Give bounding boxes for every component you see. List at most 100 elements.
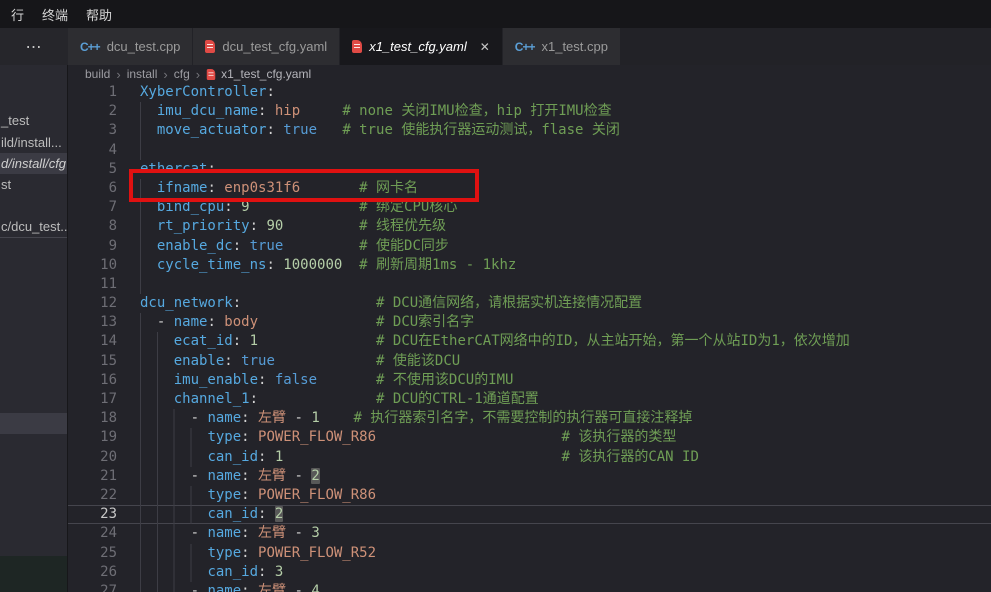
line-number[interactable]: 4 (68, 141, 117, 160)
code-line[interactable]: 3 move_actuator: true # true 使能执行器运动测试，f… (68, 121, 991, 140)
line-number[interactable]: 16 (68, 371, 117, 390)
line-content[interactable]: move_actuator: true # true 使能执行器运动测试，fla… (140, 121, 991, 140)
menu-item-help[interactable]: 帮助 (77, 2, 121, 27)
line-number[interactable]: 1 (68, 83, 117, 102)
line-content[interactable]: type: POWER_FLOW_R86 (140, 486, 991, 505)
code-line[interactable]: 19 type: POWER_FLOW_R86 # 该执行器的类型 (68, 428, 991, 447)
line-content[interactable] (140, 275, 991, 294)
code-line[interactable]: 14 ecat_id: 1 # DCU在EtherCAT网络中的ID，从主站开始… (68, 332, 991, 351)
breadcrumb-segment[interactable]: install (127, 67, 158, 81)
line-number[interactable]: 5 (68, 160, 117, 179)
line-content[interactable]: can_id: 2 (140, 505, 991, 524)
code-line[interactable]: 1 XyberController: (68, 83, 991, 102)
code-line[interactable]: 25 type: POWER_FLOW_R52 (68, 544, 991, 563)
code-line[interactable]: 11 (68, 275, 991, 294)
line-number[interactable]: 27 (68, 582, 117, 592)
code-line[interactable]: 9 enable_dc: true # 使能DC同步 (68, 237, 991, 256)
line-number[interactable]: 10 (68, 256, 117, 275)
line-content[interactable]: can_id: 3 (140, 563, 991, 582)
line-number[interactable]: 12 (68, 294, 117, 313)
line-content[interactable]: rt_priority: 90 # 线程优先级 (140, 217, 991, 236)
code-line[interactable]: 26 can_id: 3 (68, 563, 991, 582)
close-icon[interactable]: ✕ (480, 41, 490, 53)
line-number[interactable]: 7 (68, 198, 117, 217)
code-line[interactable]: 15 enable: true # 使能该DCU (68, 352, 991, 371)
line-number[interactable]: 15 (68, 352, 117, 371)
line-content[interactable]: ifname: enp0s31f6 # 网卡名 (140, 179, 991, 198)
line-content[interactable]: type: POWER_FLOW_R86 # 该执行器的类型 (140, 428, 991, 447)
line-number[interactable]: 20 (68, 448, 117, 467)
line-content[interactable]: - name: 左臂 - 3 (140, 524, 991, 543)
line-content[interactable] (140, 141, 991, 160)
breadcrumb-file[interactable]: x1_test_cfg.yaml (206, 67, 311, 81)
code-line[interactable]: 10 cycle_time_ns: 1000000 # 刷新周期1ms - 1k… (68, 256, 991, 275)
line-content[interactable]: - name: 左臂 - 2 (140, 467, 991, 486)
line-content[interactable]: ecat_id: 1 # DCU在EtherCAT网络中的ID，从主站开始，第一… (140, 332, 991, 351)
line-content[interactable]: dcu_network: # DCU通信网络，请根据实机连接情况配置 (140, 294, 991, 313)
tab-dcu-test-cfg-yaml[interactable]: dcu_test_cfg.yaml (193, 28, 339, 65)
code-line[interactable]: 17 channel_1: # DCU的CTRL-1通道配置 (68, 390, 991, 409)
line-number[interactable]: 6 (68, 179, 117, 198)
line-number[interactable]: 25 (68, 544, 117, 563)
sidebar-item[interactable]: _test (0, 110, 68, 131)
line-number[interactable]: 14 (68, 332, 117, 351)
line-number[interactable]: 19 (68, 428, 117, 447)
code-line[interactable]: 18 - name: 左臂 - 1 # 执行器索引名字，不需要控制的执行器可直接… (68, 409, 991, 428)
line-content[interactable]: - name: body # DCU索引名字 (140, 313, 991, 332)
code-line[interactable]: 16 imu_enable: false # 不使用该DCU的IMU (68, 371, 991, 390)
line-number[interactable]: 13 (68, 313, 117, 332)
code-line[interactable]: 13 - name: body # DCU索引名字 (68, 313, 991, 332)
breadcrumb-segment[interactable]: cfg (174, 67, 190, 81)
line-number[interactable]: 17 (68, 390, 117, 409)
sidebar-item[interactable]: ild/install... (0, 132, 68, 153)
line-number[interactable]: 8 (68, 217, 117, 236)
line-content[interactable]: XyberController: (140, 83, 991, 102)
tab-x1-test-cpp[interactable]: C++x1_test.cpp (503, 28, 620, 65)
sidebar-item[interactable]: st (0, 174, 68, 195)
line-number[interactable]: 9 (68, 237, 117, 256)
code-line[interactable]: 12 dcu_network: # DCU通信网络，请根据实机连接情况配置 (68, 294, 991, 313)
breadcrumb-segment[interactable]: build (85, 67, 110, 81)
code-line[interactable]: 27 - name: 左臂 - 4 (68, 582, 991, 592)
code-area[interactable]: 1XyberController:2 imu_dcu_name: hip # n… (68, 83, 991, 592)
line-content[interactable]: can_id: 1 # 该执行器的CAN ID (140, 448, 991, 467)
line-number[interactable]: 24 (68, 524, 117, 543)
line-number[interactable]: 3 (68, 121, 117, 140)
tab-dcu-test-cpp[interactable]: C++dcu_test.cpp (68, 28, 192, 65)
sidebar-item[interactable]: d/install/cfg (0, 153, 68, 174)
code-line[interactable]: 2 imu_dcu_name: hip # none 关闭IMU检查，hip 打… (68, 102, 991, 121)
line-number[interactable]: 26 (68, 563, 117, 582)
sidebar-item[interactable]: c/dcu_test... (0, 216, 68, 238)
code-line[interactable]: 22 type: POWER_FLOW_R86 (68, 486, 991, 505)
line-content[interactable]: ethercat: (140, 160, 991, 179)
line-content[interactable]: imu_enable: false # 不使用该DCU的IMU (140, 371, 991, 390)
code-line[interactable]: 5 ethercat: (68, 160, 991, 179)
code-line[interactable]: 6 ifname: enp0s31f6 # 网卡名 (68, 179, 991, 198)
code-line[interactable]: 7 bind_cpu: 9 # 绑定CPU核心 (68, 198, 991, 217)
line-content[interactable]: cycle_time_ns: 1000000 # 刷新周期1ms - 1khz (140, 256, 991, 275)
line-content[interactable]: - name: 左臂 - 4 (140, 582, 991, 592)
line-number[interactable]: 21 (68, 467, 117, 486)
line-content[interactable]: type: POWER_FLOW_R52 (140, 544, 991, 563)
more-actions-button[interactable]: ⋯ (0, 28, 68, 65)
line-content[interactable]: channel_1: # DCU的CTRL-1通道配置 (140, 390, 991, 409)
line-number[interactable]: 2 (68, 102, 117, 121)
line-content[interactable]: enable: true # 使能该DCU (140, 352, 991, 371)
code-line[interactable]: 23 can_id: 2 (68, 505, 991, 524)
line-content[interactable]: enable_dc: true # 使能DC同步 (140, 237, 991, 256)
line-number[interactable]: 23 (68, 505, 117, 524)
line-number[interactable]: 18 (68, 409, 117, 428)
line-number[interactable]: 22 (68, 486, 117, 505)
menu-item-terminal[interactable]: 终端 (33, 2, 77, 27)
line-content[interactable]: imu_dcu_name: hip # none 关闭IMU检查，hip 打开I… (140, 102, 991, 121)
code-line[interactable]: 21 - name: 左臂 - 2 (68, 467, 991, 486)
line-content[interactable]: bind_cpu: 9 # 绑定CPU核心 (140, 198, 991, 217)
code-line[interactable]: 24 - name: 左臂 - 3 (68, 524, 991, 543)
tab-x1-test-cfg-yaml[interactable]: x1_test_cfg.yaml✕ (340, 28, 502, 65)
code-line[interactable]: 8 rt_priority: 90 # 线程优先级 (68, 217, 991, 236)
sidebar-item[interactable] (0, 413, 68, 434)
code-line[interactable]: 4 (68, 141, 991, 160)
code-line[interactable]: 20 can_id: 1 # 该执行器的CAN ID (68, 448, 991, 467)
line-content[interactable]: - name: 左臂 - 1 # 执行器索引名字，不需要控制的执行器可直接注释掉 (140, 409, 991, 428)
menu-item-run[interactable]: 行 (2, 2, 33, 27)
